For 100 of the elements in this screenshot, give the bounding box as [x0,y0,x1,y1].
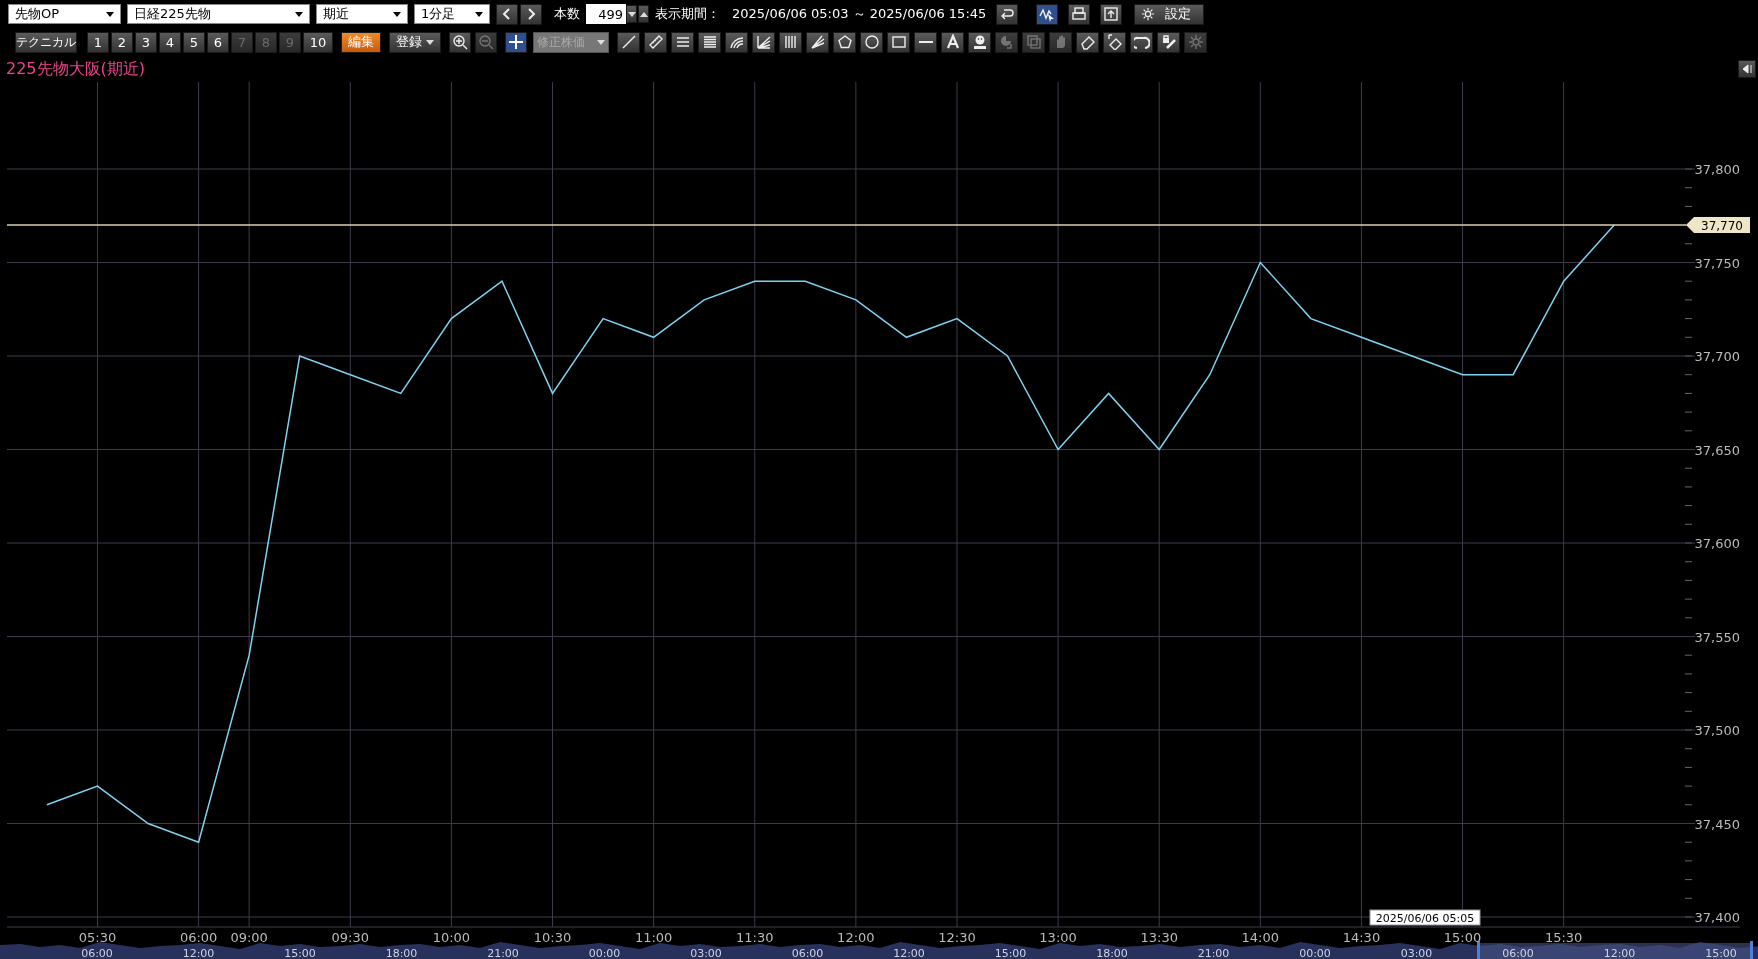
zoom-in-icon [452,34,468,50]
axis-label: 05:30 [78,930,117,945]
dropdown[interactable]: 1分足 [414,4,490,24]
navigator-label: 00:00 [588,947,621,959]
line-icon [620,34,637,50]
axis-label: 37,550 [1694,629,1740,645]
navigator-label: 15:00 [284,947,316,959]
rectangle-icon [890,34,907,50]
ruler-button[interactable] [644,31,667,53]
crosshair-button[interactable] [505,31,527,53]
navigator-label: 18:00 [385,947,418,959]
printer-icon [1071,6,1088,22]
parallel-lines-button[interactable] [671,31,694,53]
slot-button[interactable]: 6 [207,31,229,53]
many-lines-button[interactable] [698,31,721,53]
slot-button[interactable]: 3 [135,31,157,53]
upload-button[interactable] [1100,3,1123,25]
fan-icon [809,34,826,50]
navigator-label: 06:00 [791,947,824,959]
axis-label: 06:00 [179,930,218,945]
zoom-out-icon [478,34,494,50]
copy-icon [1025,34,1042,50]
axis-label: 13:00 [1039,930,1077,945]
axis-label: 37,750 [1694,255,1740,271]
smiley-button[interactable] [968,31,991,53]
circle-icon [863,34,880,50]
chevron-right-button[interactable] [520,3,542,25]
pentagon-icon [836,34,853,50]
navigator-label: 03:00 [1400,947,1433,959]
navigator-drawing[interactable] [0,941,1758,959]
settings-button[interactable]: 設定 [1134,3,1205,25]
eraser-icon [1106,34,1123,50]
eraser-icon [1079,34,1096,50]
axis-label: 14:00 [1241,930,1280,945]
navigator-label: 03:00 [690,947,722,959]
letter-a-icon [944,34,961,50]
period-text: 2025/06/06 05:03 ～ 2025/06/06 15:45 [732,5,987,23]
slot-button[interactable]: 2 [111,31,133,53]
dropdown[interactable]: 先物OP [8,4,121,24]
chevron-left-button[interactable] [496,3,518,25]
axis-label: 37,650 [1694,442,1740,458]
fan-lines-button[interactable] [752,31,775,53]
parallel-lines-icon [674,34,691,50]
chart-cursor-button[interactable] [1036,3,1059,25]
magnet-button[interactable] [1130,31,1153,53]
eraser-button[interactable] [1076,31,1099,53]
navigator-label: 18:00 [1096,947,1128,959]
navigator-label: 15:00 [1705,947,1737,959]
rectangle-button[interactable] [887,31,910,53]
zoom-in-button[interactable] [449,31,471,53]
axis-label: 15:30 [1544,930,1583,945]
spin-up-button[interactable] [638,5,649,23]
slot-button[interactable]: 1 [87,31,109,53]
dropdown[interactable]: 日経225先物 [127,4,310,24]
slot-button[interactable]: 10 [303,31,333,53]
vertical-lines-button[interactable] [779,31,802,53]
arcs-icon [728,34,745,50]
eraser-button[interactable] [1103,31,1126,53]
register-button[interactable]: 登録 [389,31,441,53]
arcs-button[interactable] [725,31,748,53]
letter-a-button[interactable] [941,31,964,53]
axis-label: 10:30 [533,930,572,945]
fan-lines-icon [755,34,772,50]
axis-label: 37,500 [1694,723,1740,738]
fan-button[interactable] [806,31,829,53]
lock-pencil-icon [1160,34,1177,50]
ref-line-label: 37,770 [1701,218,1743,233]
collapse-button[interactable] [1738,60,1756,78]
period-label: 表示期間： [655,5,720,23]
circle-button[interactable] [860,31,883,53]
navigator-label: 12:00 [893,947,925,959]
navigator-label: 21:00 [1197,947,1230,959]
slot-button[interactable]: 5 [183,31,205,53]
crosshair-icon [508,34,524,50]
line-button[interactable] [617,31,640,53]
pentagon-button[interactable] [833,31,856,53]
count-field[interactable]: 499 [586,4,626,24]
lock-pencil-button[interactable] [1157,31,1180,53]
technical-button[interactable]: テクニカル [15,31,77,53]
axis-label: 09:00 [230,930,268,945]
return-arrow-button[interactable] [996,3,1019,25]
magnet-icon [1133,34,1150,50]
axis-label: 11:00 [634,930,673,945]
axis-label: 12:00 [837,930,875,945]
horizontal-line-button[interactable] [914,31,937,53]
current-price-tag: 37,770 [1686,217,1750,234]
axis-label: 13:30 [1140,930,1178,945]
axis-label: 12:30 [938,930,976,945]
count-label: 本数 [554,5,580,23]
dropdown[interactable]: 期近 [316,4,408,24]
printer-button[interactable] [1068,3,1091,25]
slot-button[interactable]: 4 [159,31,181,53]
horizontal-line-icon [917,41,934,43]
settings-icon [1141,7,1156,21]
navigator-label: 00:00 [1299,947,1331,959]
axis-label: 10:00 [432,930,471,945]
navigator-label: 21:00 [487,947,519,959]
many-lines-icon [701,34,718,50]
axis-label: 37,450 [1694,816,1740,832]
axis-label: 37,800 [1694,162,1740,177]
